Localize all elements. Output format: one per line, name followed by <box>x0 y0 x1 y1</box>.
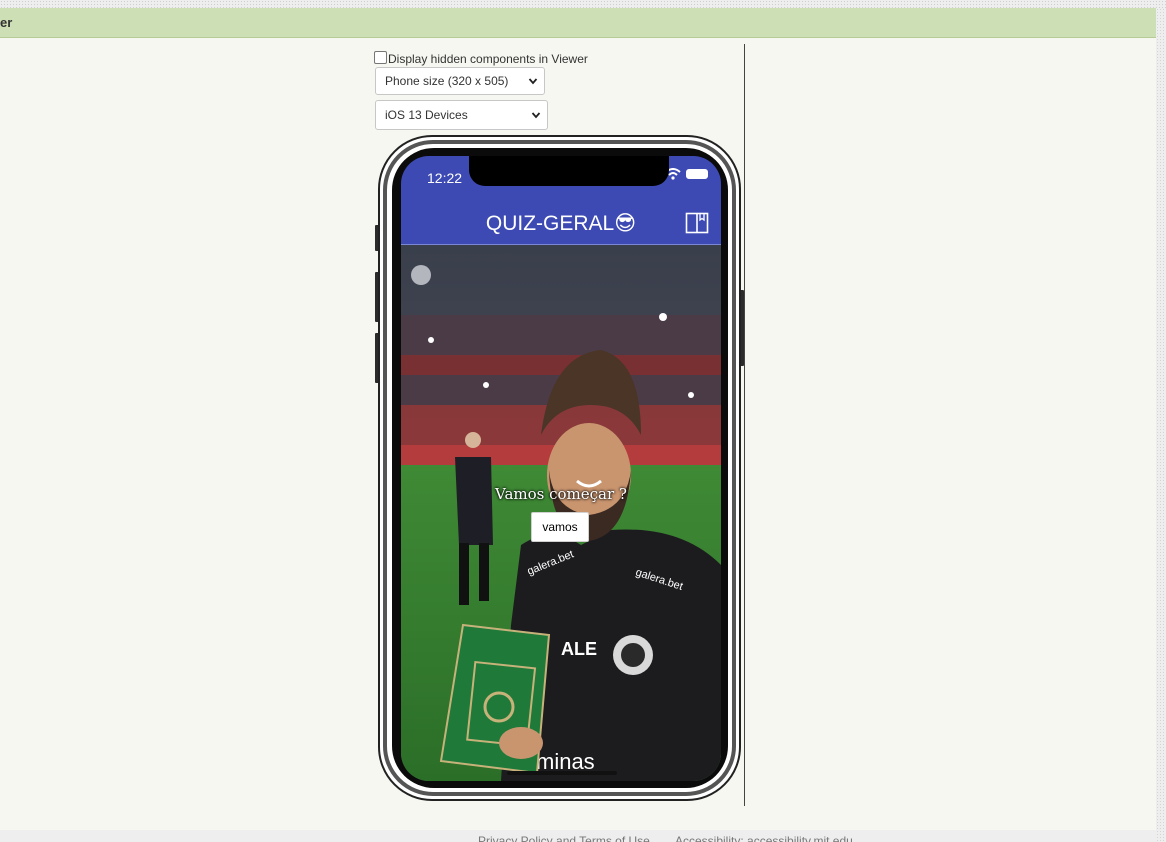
status-time: 12:22 <box>427 170 463 186</box>
home-indicator <box>507 771 617 775</box>
right-scroll-strip[interactable] <box>1156 8 1166 842</box>
viewer-header-title: er <box>0 15 13 30</box>
app-title-bar: QUIZ-GERAL😎 <box>401 200 721 245</box>
display-hidden-components-option[interactable]: Display hidden components in Viewer <box>374 50 588 68</box>
sunglasses-emoji-icon: 😎 <box>614 212 637 235</box>
viewer-divider <box>744 44 745 806</box>
start-quiz-button[interactable]: vamos <box>531 512 589 542</box>
phone-screen: ALE galera.bet galera.bet minas 12:22 QU… <box>401 156 721 781</box>
screen-size-value: Phone size (320 x 505) <box>385 74 509 88</box>
accessibility-link[interactable]: Accessibility: accessibility.mit.edu <box>675 834 853 842</box>
checkbox-icon[interactable] <box>374 51 387 64</box>
footer: Privacy Policy and Terms of Use Accessib… <box>0 830 1156 842</box>
chevron-down-icon <box>531 112 541 119</box>
book-icon[interactable] <box>685 212 709 234</box>
top-dotted-strip <box>0 0 1166 8</box>
display-hidden-components-label: Display hidden components in Viewer <box>388 52 588 66</box>
viewer-header: er <box>0 8 1156 38</box>
chevron-down-icon <box>528 78 538 85</box>
battery-icon <box>686 169 708 179</box>
app-title-text: QUIZ-GERAL <box>485 212 615 235</box>
app-title: QUIZ-GERAL😎 <box>401 211 721 236</box>
device-value: iOS 13 Devices <box>385 108 468 122</box>
question-label: Vamos começar ? <box>495 485 627 503</box>
chest-sponsor-logo: ALE <box>561 639 597 659</box>
privacy-policy-link[interactable]: Privacy Policy and Terms of Use <box>478 834 650 842</box>
device-select[interactable]: iOS 13 Devices <box>375 100 548 130</box>
screen-size-select[interactable]: Phone size (320 x 505) <box>375 67 545 95</box>
phone-notch <box>469 156 669 186</box>
